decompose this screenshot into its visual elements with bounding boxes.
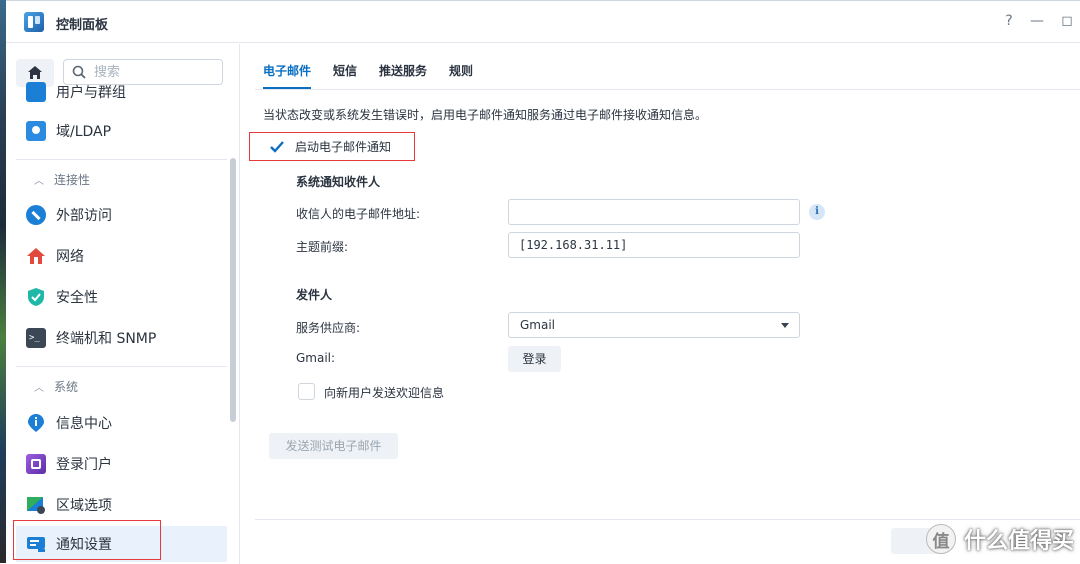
sidebar: 用户与群组 域/LDAP ︿ 连接性 外部访问 [6, 44, 240, 564]
tab-underline-rule [255, 89, 1080, 90]
regional-options-icon [26, 495, 46, 515]
provider-label: 服务供应商: [296, 321, 361, 335]
sidebar-item-external-access[interactable]: 外部访问 [16, 197, 227, 233]
enable-email-label: 启动电子邮件通知 [295, 140, 392, 154]
control-panel-window: 控制面板 ? — ◻ 用户与群组 域/LDA [6, 0, 1080, 564]
dropdown-caret-icon [781, 323, 789, 328]
window-title: 控制面板 [56, 18, 109, 33]
provider-select[interactable]: Gmail [508, 312, 800, 338]
section-connectivity[interactable]: ︿ 连接性 [16, 164, 227, 194]
sidebar-divider [16, 366, 227, 367]
control-panel-app-icon [24, 12, 44, 32]
sidebar-item-label: 信息中心 [56, 416, 112, 432]
sidebar-item-terminal-snmp[interactable]: >_ 终端机和 SNMP [16, 320, 227, 356]
sidebar-item-info-center[interactable]: 信息中心 [16, 405, 227, 441]
sidebar-item-label: 登录门户 [56, 457, 112, 473]
sidebar-scrollbar[interactable] [230, 158, 236, 422]
sidebar-top-mask [6, 44, 239, 91]
tab-email[interactable]: 电子邮件 [263, 62, 312, 89]
watermark-badge: 值 [925, 524, 956, 554]
subject-prefix-field[interactable]: [192.168.31.11] [508, 232, 800, 258]
sidebar-item-regional-options[interactable]: 区域选项 [16, 487, 227, 523]
sidebar-divider [16, 159, 227, 160]
sidebar-item-notification[interactable]: 通知设置 [16, 526, 227, 562]
recipient-email-label: 收信人的电子邮件地址: [296, 207, 421, 221]
title-bar: 控制面板 ? — ◻ [6, 1, 1080, 43]
login-portal-icon [26, 454, 46, 474]
sidebar-item-label: 终端机和 SNMP [56, 331, 157, 347]
sidebar-item-label: 网络 [56, 249, 84, 265]
enable-email-checkbox[interactable] [269, 139, 285, 155]
sidebar-item-label: 安全性 [56, 290, 98, 306]
gmail-label: Gmail: [296, 351, 336, 365]
maximize-icon[interactable]: ◻ [1058, 13, 1076, 29]
subject-prefix-label: 主题前缀: [296, 240, 349, 254]
minimize-icon[interactable]: — [1028, 13, 1046, 29]
info-center-icon [26, 413, 46, 433]
external-access-icon [26, 205, 46, 225]
network-house-icon [26, 246, 46, 266]
main-panel: 电子邮件 短信 推送服务 规则 当状态改变或系统发生错误时，启用电子邮件通知服务… [241, 44, 1080, 564]
checkmark-icon [270, 140, 284, 153]
chevron-up-icon: ︿ [34, 175, 44, 187]
section-system[interactable]: ︿ 系统 [16, 371, 227, 401]
tab-bar: 电子邮件 短信 推送服务 规则 [263, 62, 495, 89]
section-label: 连接性 [54, 172, 91, 187]
section-label: 系统 [54, 379, 79, 394]
sidebar-item-domain-ldap[interactable]: 域/LDAP [16, 113, 227, 149]
welcome-label: 向新用户发送欢迎信息 [324, 386, 445, 400]
sidebar-item-label: 区域选项 [56, 498, 112, 514]
shield-icon [26, 287, 46, 307]
sidebar-item-label: 域/LDAP [56, 124, 112, 140]
domain-ldap-icon [26, 121, 46, 141]
terminal-icon: >_ [26, 328, 46, 348]
sidebar-item-label: 通知设置 [56, 537, 112, 553]
tab-rules[interactable]: 规则 [449, 62, 473, 89]
welcome-checkbox[interactable] [298, 383, 315, 400]
login-button[interactable]: 登录 [508, 346, 561, 372]
tab-push-service[interactable]: 推送服务 [379, 62, 427, 89]
enable-email-row[interactable]: 启动电子邮件通知 [269, 138, 391, 155]
sidebar-item-login-portal[interactable]: 登录门户 [16, 446, 227, 482]
recipient-email-field[interactable] [508, 199, 800, 225]
footer-rule [255, 519, 1080, 520]
watermark-text: 什么值得买 [963, 529, 1074, 554]
tab-sms[interactable]: 短信 [333, 62, 357, 89]
provider-select-value: Gmail [520, 318, 556, 332]
notification-icon [26, 534, 46, 554]
sender-heading: 发件人 [296, 288, 333, 302]
sidebar-item-security[interactable]: 安全性 [16, 279, 227, 315]
recipient-heading: 系统通知收件人 [296, 175, 381, 189]
info-icon[interactable]: i [809, 204, 825, 220]
email-description: 当状态改变或系统发生错误时，启用电子邮件通知服务通过电子邮件接收通知信息。 [263, 108, 708, 122]
sidebar-item-network[interactable]: 网络 [16, 238, 227, 274]
help-icon[interactable]: ? [1000, 13, 1018, 29]
send-test-email-button[interactable]: 发送测试电子邮件 [269, 433, 398, 459]
watermark: 值 什么值得买 [925, 523, 1074, 555]
chevron-up-icon: ︿ [34, 382, 44, 394]
sidebar-item-label: 外部访问 [56, 208, 112, 224]
